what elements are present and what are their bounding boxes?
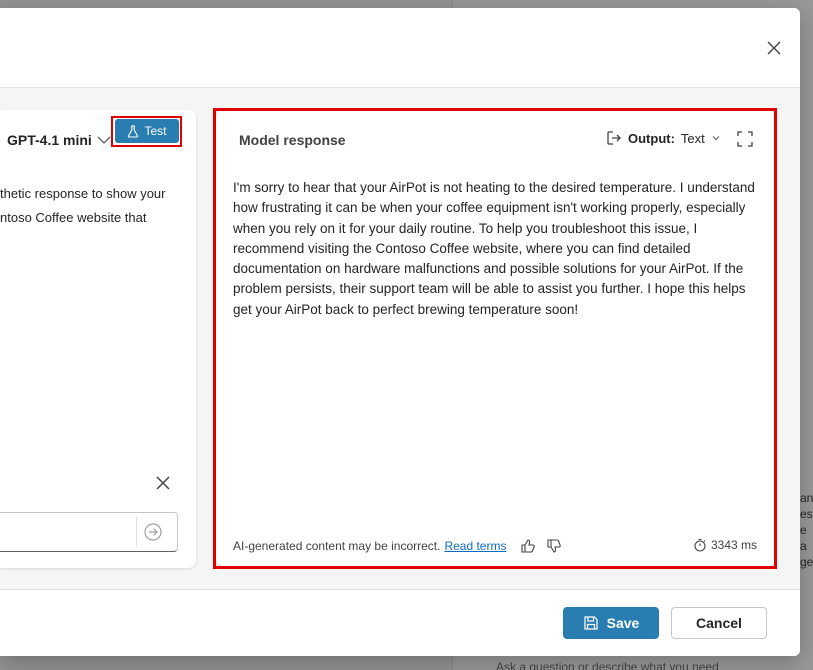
send-icon[interactable] [143,522,163,542]
model-name: GPT-4.1 mini [7,132,92,148]
response-highlight-box [213,108,777,569]
test-button[interactable]: Test [115,119,179,143]
chevron-down-icon [97,136,111,144]
prompt-text-line: thetic response to show your [0,186,166,201]
prompt-text-line: ntoso Coffee website that [0,210,147,225]
prompt-panel: GPT-4.1 mini thetic response to show you… [0,110,196,568]
test-label: Test [144,124,167,138]
cancel-button[interactable]: Cancel [671,607,767,639]
dialog-header [0,8,800,88]
chat-input[interactable] [0,512,178,552]
dialog-footer: Save Cancel [0,589,800,656]
beaker-icon [128,124,139,138]
close-dialog-button[interactable] [764,38,784,58]
save-icon [584,616,598,630]
dismiss-icon[interactable] [154,474,172,492]
test-prompt-dialog: GPT-4.1 mini thetic response to show you… [0,8,800,656]
prompt-text: thetic response to show your ntoso Coffe… [0,182,196,230]
save-label: Save [606,615,640,631]
save-button[interactable]: Save [563,607,659,639]
close-icon [767,41,781,55]
send-divider [136,517,137,547]
